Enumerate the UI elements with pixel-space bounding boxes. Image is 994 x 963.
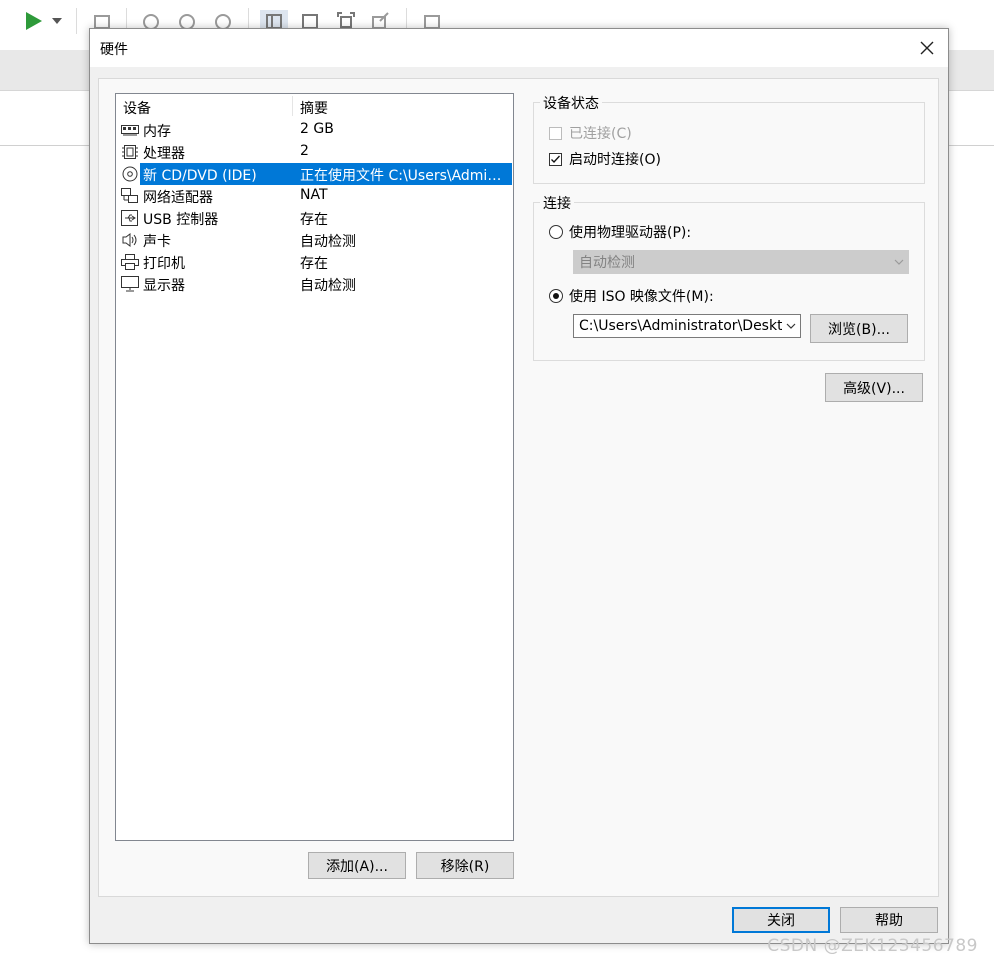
device-row-sound-card[interactable]: 声卡 自动检测 [116, 229, 513, 251]
device-status-title: 设备状态 [540, 93, 602, 113]
radio-circle [549, 225, 563, 239]
device-row-usb-controller[interactable]: USB 控制器 存在 [116, 207, 513, 229]
column-header-device[interactable]: 设备 [123, 98, 151, 118]
connect-at-power-on-label: 启动时连接(O) [569, 152, 661, 168]
chevron-down-icon [890, 259, 908, 265]
device-name: 声卡 [143, 234, 171, 250]
device-summary: 2 [300, 143, 309, 159]
device-list[interactable]: 设备 摘要 内存 2 GB 处理器 2 新 CD/DVD (IDE) 正在使用文… [115, 93, 514, 841]
close-button[interactable]: 关闭 [732, 907, 830, 933]
connection-title: 连接 [540, 193, 574, 213]
device-summary: 2 GB [300, 121, 334, 137]
hardware-dialog: 硬件 设备 摘要 内存 2 GB 处理器 2 新 CD/DVD (IDE) 正在… [89, 28, 949, 944]
memory-icon [121, 122, 139, 138]
play-icon[interactable] [20, 10, 46, 32]
device-name: 新 CD/DVD (IDE) [143, 168, 257, 184]
device-name: 内存 [143, 124, 171, 140]
radio-circle [549, 289, 563, 303]
device-summary: 正在使用文件 C:\Users\Administrator\Desktop [300, 168, 508, 184]
connected-label: 已连接(C) [569, 126, 632, 142]
physical-drive-select[interactable]: 自动检测 [573, 250, 909, 274]
close-icon[interactable] [912, 33, 942, 63]
iso-image-label: 使用 ISO 映像文件(M): [569, 289, 714, 305]
connect-at-power-on-checkbox[interactable]: 启动时连接(O) [549, 149, 661, 169]
iso-path-value: C:\Users\Administrator\Deskto [579, 318, 782, 334]
physical-drive-label: 使用物理驱动器(P): [569, 225, 692, 241]
column-divider [292, 96, 293, 116]
device-summary: NAT [300, 187, 328, 203]
advanced-button[interactable]: 高级(V)... [825, 373, 923, 402]
device-name: 打印机 [143, 256, 185, 272]
connected-checkbox[interactable]: 已连接(C) [549, 123, 632, 143]
device-summary: 存在 [300, 256, 328, 272]
device-row-cd-dvd[interactable]: 新 CD/DVD (IDE) 正在使用文件 C:\Users\Administr… [116, 163, 513, 185]
printer-icon [121, 254, 139, 270]
remove-button[interactable]: 移除(R) [416, 852, 514, 879]
iso-path-combobox[interactable]: C:\Users\Administrator\Deskto [573, 314, 801, 338]
checkbox-box [549, 126, 562, 140]
processor-icon [121, 144, 139, 160]
network-adapter-icon [121, 188, 139, 204]
dialog-title: 硬件 [100, 42, 128, 58]
display-icon [121, 276, 139, 292]
watermark: CSDN @ZEK123456789 [767, 936, 978, 956]
device-summary: 自动检测 [300, 234, 356, 250]
hardware-panel: 设备 摘要 内存 2 GB 处理器 2 新 CD/DVD (IDE) 正在使用文… [98, 78, 939, 897]
help-button[interactable]: 帮助 [840, 907, 938, 933]
device-row-memory[interactable]: 内存 2 GB [116, 119, 513, 141]
checkmark-icon [549, 152, 562, 166]
chevron-down-icon[interactable] [782, 323, 800, 329]
device-summary: 存在 [300, 212, 328, 228]
connection-group: 连接 使用物理驱动器(P): 自动检测 使用 ISO 映像文件(M): C:\U… [533, 193, 925, 361]
physical-drive-radio[interactable]: 使用物理驱动器(P): [549, 222, 691, 242]
device-name: 网络适配器 [143, 190, 213, 206]
device-list-header: 设备 摘要 [116, 94, 513, 118]
device-name: 处理器 [143, 146, 185, 162]
physical-drive-value: 自动检测 [579, 255, 635, 271]
add-button[interactable]: 添加(A)... [308, 852, 406, 879]
device-row-display[interactable]: 显示器 自动检测 [116, 273, 513, 295]
device-status-group: 设备状态 已连接(C) 启动时连接(O) [533, 93, 925, 184]
cd-dvd-icon [121, 166, 139, 182]
device-row-network-adapter[interactable]: 网络适配器 NAT [116, 185, 513, 207]
dialog-titlebar: 硬件 [90, 29, 948, 67]
play-dropdown-icon[interactable] [50, 10, 64, 32]
device-row-printer[interactable]: 打印机 存在 [116, 251, 513, 273]
sound-card-icon [121, 232, 139, 248]
device-name: USB 控制器 [143, 212, 219, 228]
device-summary: 自动检测 [300, 278, 356, 294]
device-row-processor[interactable]: 处理器 2 [116, 141, 513, 163]
toolbar-separator [76, 8, 77, 34]
iso-image-radio[interactable]: 使用 ISO 映像文件(M): [549, 286, 714, 306]
browse-button[interactable]: 浏览(B)... [810, 314, 908, 343]
usb-icon [121, 210, 139, 226]
column-header-summary[interactable]: 摘要 [300, 98, 328, 118]
device-name: 显示器 [143, 278, 185, 294]
